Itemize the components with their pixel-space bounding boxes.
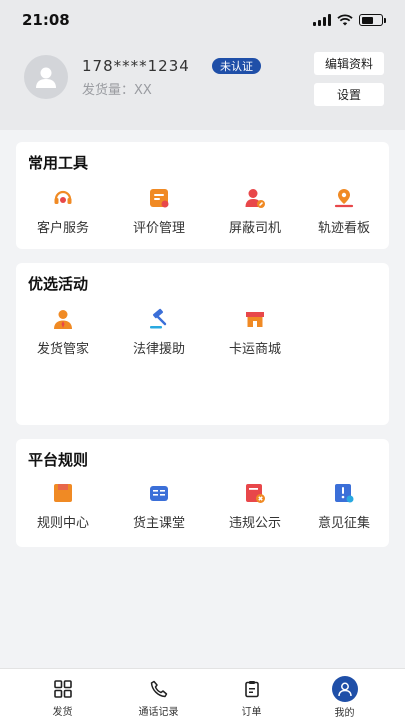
tab-label: 发货 bbox=[52, 707, 73, 718]
avatar[interactable] bbox=[24, 55, 68, 99]
phone-icon bbox=[147, 677, 171, 701]
grid-icon bbox=[51, 677, 75, 701]
rules-title: 平台规则 bbox=[28, 451, 89, 469]
tab-mine[interactable]: 我的 bbox=[294, 669, 395, 720]
status-icons bbox=[313, 14, 386, 26]
tab-ship[interactable]: 发货 bbox=[12, 669, 113, 720]
grid-item-label: 卡运商城 bbox=[228, 342, 281, 357]
default-avatar-icon bbox=[36, 67, 56, 88]
grid-item-rules-center[interactable]: 规则中心 bbox=[18, 481, 108, 531]
tools-title: 常用工具 bbox=[28, 154, 89, 172]
ship-count: 发货量：XX bbox=[82, 83, 152, 98]
grid-item-violation-notice[interactable]: 违规公示 bbox=[210, 481, 300, 531]
battery-icon bbox=[359, 14, 386, 26]
grid-item-track-board[interactable]: 轨迹看板 bbox=[299, 186, 389, 236]
tools-card: 常用工具 客户服务 评价管理 屏蔽司机 轨迹看板 bbox=[16, 142, 389, 249]
rules-icon bbox=[51, 481, 75, 505]
grid-item-label: 发货管家 bbox=[36, 342, 89, 357]
bottom-tab-bar: 发货 通话记录 订单 我的 bbox=[0, 668, 405, 720]
wifi-icon bbox=[337, 14, 353, 26]
track-icon bbox=[332, 186, 356, 210]
grid-item-label: 意见征集 bbox=[317, 516, 370, 531]
grid-item-label: 屏蔽司机 bbox=[228, 221, 281, 236]
grid-item-label: 轨迹看板 bbox=[317, 221, 370, 236]
gavel-icon bbox=[147, 307, 171, 331]
rules-card: 平台规则 规则中心 货主课堂 违规公示 意见征集 bbox=[16, 439, 389, 547]
grid-item-label: 法律援助 bbox=[132, 342, 185, 357]
status-bar: 21:08 bbox=[0, 0, 405, 40]
store-icon bbox=[243, 307, 267, 331]
tab-label: 我的 bbox=[334, 708, 355, 719]
grid-item-shipper-class[interactable]: 货主课堂 bbox=[114, 481, 204, 531]
feedback-icon bbox=[332, 481, 356, 505]
grid-item-feedback[interactable]: 意见征集 bbox=[299, 481, 389, 531]
headset-icon bbox=[51, 186, 75, 210]
grid-item-label: 客户服务 bbox=[36, 221, 89, 236]
clipboard-icon bbox=[240, 677, 264, 701]
activities-card: 优选活动 发货管家 法律援助 卡运商城 bbox=[16, 263, 389, 425]
grid-item-legal-aid[interactable]: 法律援助 bbox=[114, 307, 204, 357]
user-icon bbox=[331, 676, 358, 702]
violation-icon bbox=[243, 481, 267, 505]
edit-profile-button[interactable]: 编辑资料 bbox=[314, 52, 384, 75]
butler-icon bbox=[51, 307, 75, 331]
status-time: 21:08 bbox=[22, 11, 70, 29]
activities-title: 优选活动 bbox=[28, 275, 89, 293]
grid-item-label: 货主课堂 bbox=[132, 516, 185, 531]
grid-item-label: 规则中心 bbox=[36, 516, 89, 531]
signal-icon bbox=[313, 14, 331, 26]
review-icon bbox=[147, 186, 171, 210]
grid-item-truck-mall[interactable]: 卡运商城 bbox=[210, 307, 300, 357]
tab-label: 通话记录 bbox=[138, 707, 179, 718]
grid-item-review-management[interactable]: 评价管理 bbox=[114, 186, 204, 236]
tab-orders[interactable]: 订单 bbox=[201, 669, 302, 720]
tab-label: 订单 bbox=[241, 707, 262, 718]
settings-button[interactable]: 设置 bbox=[314, 83, 384, 106]
grid-item-shipping-butler[interactable]: 发货管家 bbox=[18, 307, 108, 357]
grid-item-label: 评价管理 bbox=[132, 221, 185, 236]
book-icon bbox=[147, 481, 171, 505]
block-driver-icon bbox=[243, 186, 267, 210]
grid-item-customer-service[interactable]: 客户服务 bbox=[18, 186, 108, 236]
tab-call-log[interactable]: 通话记录 bbox=[108, 669, 209, 720]
user-phone: 178****1234 bbox=[82, 57, 190, 75]
profile-header: 178****1234 未认证 发货量：XX 编辑资料 设置 bbox=[0, 40, 405, 130]
verify-status-badge[interactable]: 未认证 bbox=[212, 58, 261, 74]
grid-item-label: 违规公示 bbox=[228, 516, 281, 531]
grid-item-block-driver[interactable]: 屏蔽司机 bbox=[210, 186, 300, 236]
